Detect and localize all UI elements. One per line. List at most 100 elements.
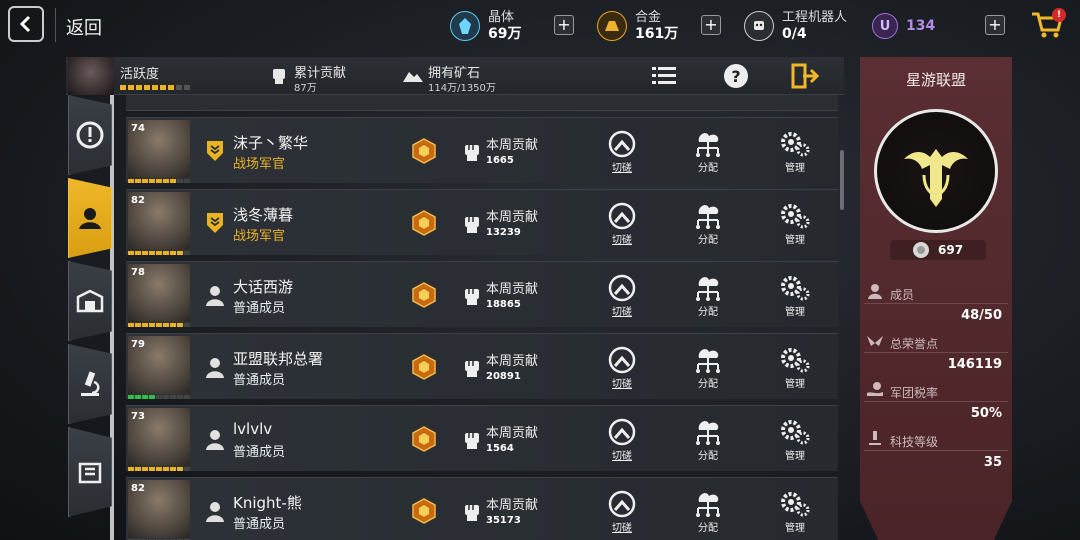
exit-alliance-button[interactable]: [790, 61, 820, 91]
manage-button[interactable]: 管理: [775, 490, 815, 536]
duel-button[interactable]: 切磋: [602, 418, 642, 464]
activity-segment: [177, 251, 183, 255]
weekly-contribution-value: 20891: [486, 371, 521, 382]
member-row-3[interactable]: 78 大话西游 普通成员 本周贡献 18865 切磋 分配 管理: [126, 261, 838, 327]
add-u-coin-button[interactable]: +: [985, 15, 1005, 35]
member-portrait[interactable]: 74: [128, 120, 190, 178]
member-name: 亚盟联邦总署: [233, 350, 324, 368]
back-label[interactable]: 返回: [66, 14, 102, 40]
member-role: 战场军官: [233, 157, 286, 172]
manage-button[interactable]: 管理: [775, 418, 815, 464]
duel-button[interactable]: 切磋: [602, 202, 642, 248]
duel-icon: [608, 130, 636, 158]
member-portrait[interactable]: 73: [128, 408, 190, 466]
crystal-value: 69万: [488, 26, 522, 42]
member-row-5[interactable]: 73 lvlvlv 普通成员 本周贡献 1564 切磋 分配 管理: [126, 405, 838, 471]
member-person-icon: [206, 286, 224, 306]
activity-segment: [149, 251, 155, 255]
add-crystal-button[interactable]: +: [554, 15, 574, 35]
activity-segment: [184, 179, 190, 183]
assign-button[interactable]: 分配: [688, 202, 728, 248]
member-row-4[interactable]: 79 亚盟联邦总署 普通成员 本周贡献 20891 切磋 分配 管理: [126, 333, 838, 399]
divider: [864, 401, 1008, 402]
help-button[interactable]: ?: [721, 61, 751, 91]
member-row-2[interactable]: 82 浅冬薄暮 战场军官 本周贡献 13239 切磋 分配 管理: [126, 189, 838, 255]
member-portrait[interactable]: 78: [128, 264, 190, 322]
manage-button[interactable]: 管理: [775, 274, 815, 320]
divider: [864, 450, 1008, 451]
robot-icon: [744, 11, 774, 41]
chevron-left-icon: [19, 15, 31, 33]
activity-segment: [170, 251, 176, 255]
resource-robot: 工程机器人 0/4: [744, 6, 847, 46]
manage-button[interactable]: 管理: [775, 202, 815, 248]
assign-button[interactable]: 分配: [688, 346, 728, 392]
honor-badge-icon: [412, 498, 436, 524]
tab-members[interactable]: [68, 178, 112, 258]
member-level: 82: [131, 195, 145, 206]
activity-segment: [135, 179, 141, 183]
member-row-6[interactable]: 82 Knight-熊 普通成员 本周贡献 35173 切磋 分配 管理: [126, 477, 838, 540]
members-label: 成员: [890, 288, 915, 302]
back-button[interactable]: [8, 6, 44, 42]
total-contribution-value: 87万: [294, 83, 317, 94]
activity-segment: [163, 467, 169, 471]
add-alloy-button[interactable]: +: [701, 15, 721, 35]
duel-label: 切磋: [612, 235, 632, 246]
duel-label: 切磋: [612, 307, 632, 318]
activity-segment: [135, 395, 141, 399]
tab-buildings[interactable]: [68, 261, 112, 341]
member-portrait[interactable]: 79: [128, 336, 190, 394]
coin-icon: [913, 242, 929, 258]
activity-segment: [170, 179, 176, 183]
fist-icon: [465, 145, 479, 161]
assign-button[interactable]: 分配: [688, 274, 728, 320]
assign-label: 分配: [698, 307, 718, 318]
duel-button[interactable]: 切磋: [602, 346, 642, 392]
duel-button[interactable]: 切磋: [602, 490, 642, 536]
crystal-label: 晶体: [488, 10, 515, 25]
manage-button[interactable]: 管理: [775, 130, 815, 176]
tab-shop[interactable]: [68, 427, 112, 517]
activity-segment: [142, 323, 148, 327]
gears-icon: [781, 420, 810, 445]
member-activity-meter: [128, 179, 190, 183]
member-portrait[interactable]: 82: [128, 480, 190, 538]
weekly-contribution-value: 18865: [486, 299, 521, 310]
activity-segment: [149, 323, 155, 327]
tab-research[interactable]: [68, 344, 112, 424]
activity-segment: [163, 251, 169, 255]
member-activity-meter: [128, 251, 190, 255]
weekly-contribution-label: 本周贡献: [486, 282, 539, 297]
member-row-1[interactable]: 74 沫子丶繁华 战场军官 本周贡献 1665 切磋 分配 管理: [126, 117, 838, 183]
assign-label: 分配: [698, 523, 718, 534]
cart-badge: !: [1052, 8, 1066, 22]
member-portrait[interactable]: 82: [128, 192, 190, 250]
assign-button[interactable]: 分配: [688, 130, 728, 176]
list-scrollbar[interactable]: [840, 150, 844, 210]
activity-segment: [170, 467, 176, 471]
weekly-contribution-value: 1564: [486, 443, 514, 454]
manage-button[interactable]: 管理: [775, 346, 815, 392]
tab-alerts[interactable]: [68, 95, 112, 175]
manage-label: 管理: [785, 163, 805, 174]
list-view-button[interactable]: [649, 61, 679, 91]
duel-button[interactable]: 切磋: [602, 130, 642, 176]
activity-segment: [184, 251, 190, 255]
shop-cart-button[interactable]: !: [1030, 8, 1066, 42]
duel-button[interactable]: 切磋: [602, 274, 642, 320]
weekly-contribution-label: 本周贡献: [486, 426, 539, 441]
player-avatar[interactable]: [68, 57, 114, 95]
gears-icon: [781, 276, 810, 301]
alliance-emblem[interactable]: [874, 109, 998, 233]
manage-label: 管理: [785, 235, 805, 246]
assign-button[interactable]: 分配: [688, 418, 728, 464]
assign-button[interactable]: 分配: [688, 490, 728, 536]
activity-segment: [128, 323, 134, 327]
assign-icon: [696, 133, 720, 157]
resource-u-coin: U 134: [872, 6, 935, 46]
activity-segment: [163, 323, 169, 327]
activity-segment: [135, 251, 141, 255]
ore-icon: [403, 72, 423, 82]
member-name: 大话西游: [233, 278, 294, 296]
